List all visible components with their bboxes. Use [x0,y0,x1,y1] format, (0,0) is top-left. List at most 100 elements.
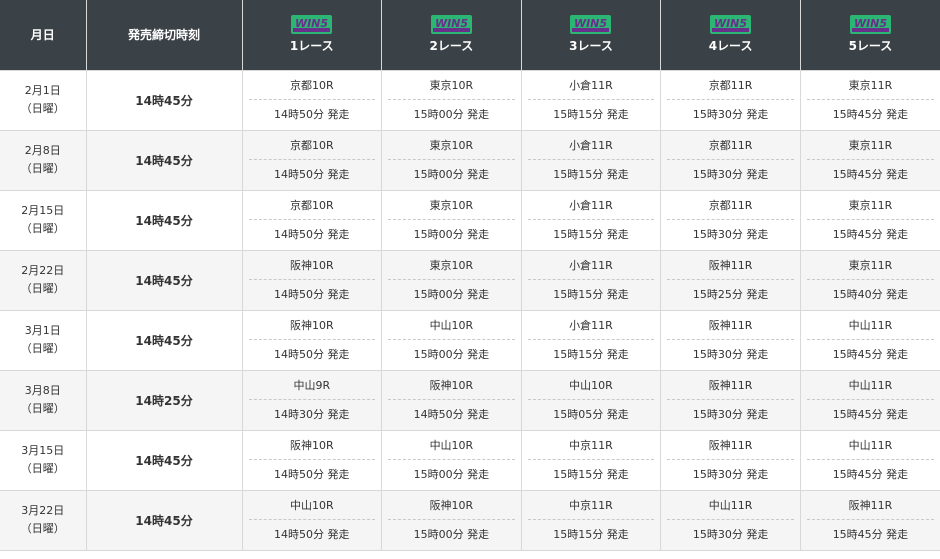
race-cell: 京都11R 15時30分 発走 [660,70,801,131]
race-track: 中山11R [806,371,934,400]
race-track: 京都11R [667,131,794,160]
race-track: 中山10R [388,431,515,460]
race-track: 阪神10R [248,311,376,340]
race-start-time: 15時15分 発走 [553,227,629,241]
day-text: （日曜） [20,522,65,535]
race-cell: 中山10R 15時05分 発走 [521,370,662,431]
race-label: 3レース [569,39,613,54]
race-cell: 東京10R 15時00分 発走 [381,70,522,131]
date-cell: 3月8日 （日曜） [0,370,87,431]
race-cell: 東京11R 15時45分 発走 [800,190,940,251]
race-track: 阪神11R [667,431,794,460]
race-cell: 中山9R 14時30分 発走 [242,370,383,431]
race-track: 中山11R [806,431,934,460]
svg-text:WIN5: WIN5 [854,17,887,30]
race-cell: 小倉11R 15時15分 発走 [521,190,662,251]
race-cell: 東京11R 15時45分 発走 [800,70,940,131]
race-cell: 京都11R 15時30分 発走 [660,130,801,191]
svg-text:WIN5: WIN5 [435,17,468,30]
date-text: 3月1日 [24,324,61,337]
race-start-time: 15時30分 発走 [692,227,769,241]
race-cell: 中京11R 15時15分 発走 [521,430,662,491]
race-track: 京都10R [248,131,376,160]
date-cell: 2月1日 （日曜） [0,70,87,131]
race-start-time: 15時00分 発走 [413,287,490,301]
day-text: （日曜） [20,402,65,415]
race-start-time: 15時45分 発走 [832,167,909,181]
race-start-time: 15時45分 発走 [832,527,909,541]
race-start-time: 15時00分 発走 [413,347,490,361]
cutoff-time-cell: 14時45分 [86,310,243,371]
race-start-time: 15時15分 発走 [553,287,629,301]
race-cell: 京都10R 14時50分 発走 [242,190,383,251]
race-cell: 中山10R 14時50分 発走 [242,490,383,551]
header-cutoff: 発売締切時刻 [86,0,243,71]
race-track: 東京10R [388,131,515,160]
race-start-time: 14時50分 発走 [274,467,350,481]
race-track: 東京10R [388,191,515,220]
race-cell: 阪神10R 15時00分 発走 [381,490,522,551]
race-cell: 阪神11R 15時30分 発走 [660,430,801,491]
table-row: 3月1日 （日曜） 14時45分 阪神10R 14時50分 発走 中山10R 15時00分 … [0,310,940,371]
race-start-time: 14時30分 発走 [274,407,350,421]
race-cell: 中山11R 15時30分 発走 [660,490,801,551]
race-cell: 小倉11R 15時15分 発走 [521,310,662,371]
cutoff-time-cell: 14時25分 [86,370,243,431]
race-start-time: 14時50分 発走 [274,527,350,541]
race-cell: 中山11R 15時45分 発走 [800,310,940,371]
race-track: 東京11R [806,251,934,280]
day-text: （日曜） [20,222,65,235]
race-cell: 東京11R 15時40分 発走 [800,250,940,311]
race-track: 中山9R [248,371,376,400]
race-start-time: 15時15分 発走 [553,527,629,541]
race-track: 京都10R [248,71,376,100]
race-start-time: 14時50分 発走 [274,287,350,301]
race-track: 阪神10R [388,491,515,520]
race-track: 小倉11R [527,131,655,160]
race-start-time: 14時50分 発走 [413,407,490,421]
race-track: 東京11R [806,131,934,160]
race-track: 阪神11R [667,251,794,280]
table-row: 2月22日 （日曜） 14時45分 阪神10R 14時50分 発走 東京10R 15時00分… [0,250,940,311]
race-track: 阪神11R [667,311,794,340]
date-text: 3月8日 [24,384,61,397]
race-start-time: 15時30分 発走 [692,107,769,121]
race-label: 5レース [848,39,893,54]
cutoff-time-cell: 14時45分 [86,130,243,191]
race-cell: 中京11R 15時15分 発走 [521,490,662,551]
race-track: 小倉11R [527,311,655,340]
svg-text:WIN5: WIN5 [714,17,747,30]
day-text: （日曜） [20,342,65,355]
race-track: 小倉11R [527,71,655,100]
race-track: 東京11R [806,191,934,220]
table-row: 2月1日 （日曜） 14時45分 京都10R 14時50分 発走 東京10R 15時00分 … [0,70,940,131]
race-cell: 小倉11R 15時15分 発走 [521,70,662,131]
race-start-time: 15時45分 発走 [832,467,909,481]
cutoff-time-cell: 14時45分 [86,190,243,251]
race-start-time: 15時30分 発走 [692,407,769,421]
race-cell: 阪神10R 14時50分 発走 [381,370,522,431]
race-label: 1レース [289,39,334,54]
cutoff-time-cell: 14時45分 [86,250,243,311]
race-start-time: 14時50分 発走 [274,167,350,181]
day-text: （日曜） [20,462,65,475]
date-cell: 2月8日 （日曜） [0,130,87,191]
race-cell: 小倉11R 15時15分 発走 [521,130,662,191]
race-track: 東京10R [388,71,515,100]
race-track: 中京11R [527,491,655,520]
day-text: （日曜） [20,162,65,175]
race-start-time: 15時30分 発走 [692,527,769,541]
race-cell: 阪神11R 15時25分 発走 [660,250,801,311]
race-start-time: 15時30分 発走 [692,167,769,181]
race-start-time: 14時50分 発走 [274,227,350,241]
race-cell: 阪神11R 15時30分 発走 [660,370,801,431]
race-start-time: 15時00分 発走 [413,527,490,541]
win5-logo-icon: WIN5 [291,15,333,35]
race-start-time: 15時00分 発走 [413,467,490,481]
day-text: （日曜） [20,282,65,295]
cutoff-time-cell: 14時45分 [86,430,243,491]
race-track: 阪神10R [248,251,376,280]
race-cell: 小倉11R 15時15分 発走 [521,250,662,311]
race-track: 阪神10R [248,431,376,460]
win5-logo-icon: WIN5 [570,15,612,35]
